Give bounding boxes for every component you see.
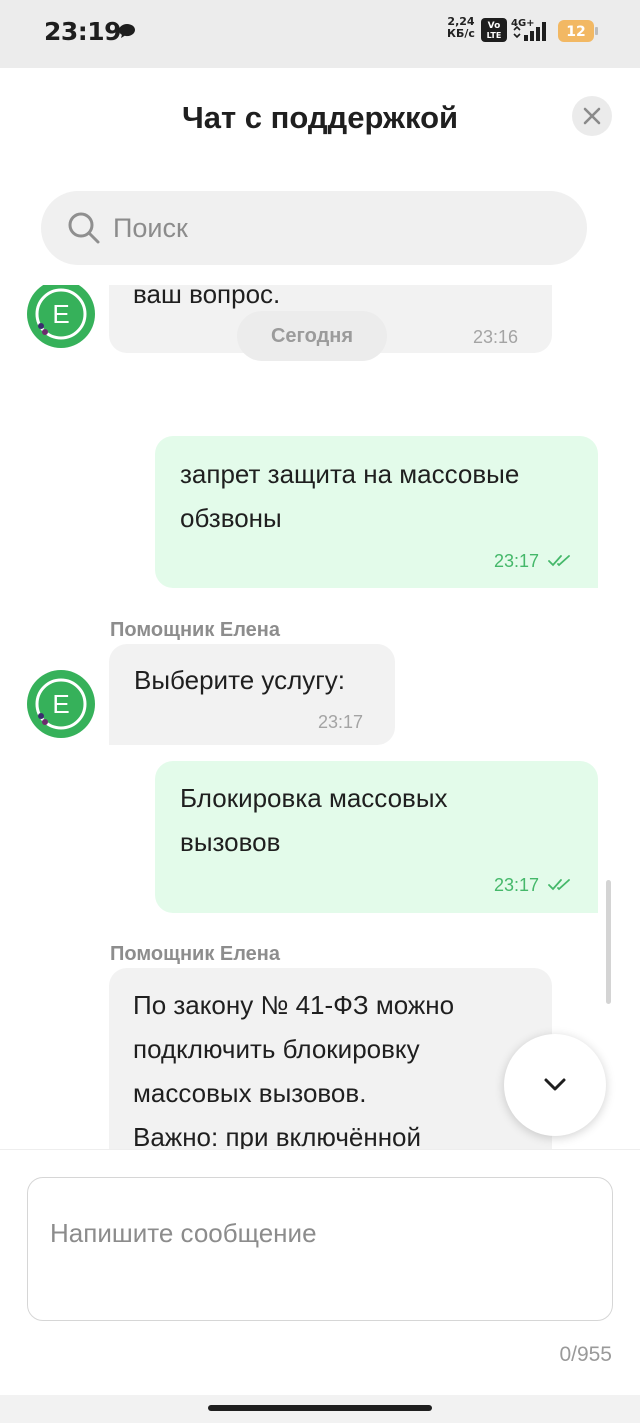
svg-text:4G+: 4G+ <box>511 18 535 29</box>
character-counter: 0/955 <box>559 1343 612 1366</box>
svg-text:E: E <box>52 689 69 719</box>
message-input[interactable]: Напишите сообщение <box>27 1177 613 1321</box>
home-gesture-handle[interactable] <box>208 1405 432 1411</box>
search-icon <box>68 212 100 244</box>
status-bar: 23:19 2,24 КБ/с Vo LTE 4G+ 12 <box>0 0 640 68</box>
svg-text:12: 12 <box>566 24 585 40</box>
composer-divider <box>0 1149 640 1150</box>
search-placeholder: Поиск <box>113 213 188 243</box>
scrollbar[interactable] <box>606 880 611 1004</box>
search-input[interactable]: Поиск <box>41 191 587 265</box>
close-button[interactable] <box>572 96 612 136</box>
assistant-avatar-icon: E <box>27 670 95 738</box>
message-input-placeholder: Напишите сообщение <box>50 1218 317 1248</box>
sender-name: Помощник Елена <box>110 943 280 965</box>
svg-text:LTE: LTE <box>487 31 502 40</box>
message-bubble-outgoing: запрет защита на массовые обзвоны 23:17 <box>155 436 598 588</box>
read-checkmarks-icon <box>548 879 570 891</box>
support-chat-sheet: Чат с поддержкой Поиск E ваш вопрос. 23:… <box>0 68 640 1423</box>
network-speed: 2,24 КБ/с <box>446 16 476 40</box>
message-bubble-incoming: Выберите услугу: 23:17 <box>109 644 395 745</box>
message-time: 23:16 <box>473 327 519 347</box>
svg-text:Vo: Vo <box>488 21 501 31</box>
assistant-avatar: E <box>26 285 96 349</box>
message-bubble-outgoing: Блокировка массовых вызовов 23:17 <box>155 761 598 913</box>
battery-icon: 12 <box>557 19 599 43</box>
close-icon <box>583 107 601 125</box>
sender-name: Помощник Елена <box>110 619 280 641</box>
read-checkmarks-icon <box>548 555 570 567</box>
status-time: 23:19 <box>44 17 122 46</box>
svg-text:E: E <box>52 299 69 329</box>
message-text: запрет защита на массовые обзвоны <box>180 459 520 533</box>
assistant-avatar: E <box>26 669 96 739</box>
volte-icon: Vo LTE <box>481 18 507 42</box>
message-time: 23:17 <box>494 551 540 571</box>
date-separator: Сегодня <box>237 311 387 361</box>
message-text: По закону № 41-ФЗ можно подключить блоки… <box>133 990 455 1149</box>
message-time: 23:17 <box>494 875 540 895</box>
message-text: Выберите услугу: <box>134 665 345 695</box>
message-list[interactable]: E ваш вопрос. 23:16 Сегодня запрет защит… <box>0 285 640 1149</box>
message-text: Блокировка массовых вызовов <box>180 783 448 857</box>
message-bubble-incoming: По закону № 41-ФЗ можно подключить блоки… <box>109 968 552 1149</box>
page-title: Чат с поддержкой <box>181 100 459 135</box>
navigation-bar <box>0 1395 640 1423</box>
assistant-avatar-icon: E <box>27 285 95 348</box>
chevron-down-icon <box>544 1078 566 1091</box>
network-speed-unit: КБ/с <box>447 27 475 40</box>
signal-icon: 4G+ <box>511 16 553 44</box>
scroll-to-bottom-button[interactable] <box>504 1034 606 1136</box>
chat-notification-icon <box>119 24 135 38</box>
message-time: 23:17 <box>318 712 364 732</box>
